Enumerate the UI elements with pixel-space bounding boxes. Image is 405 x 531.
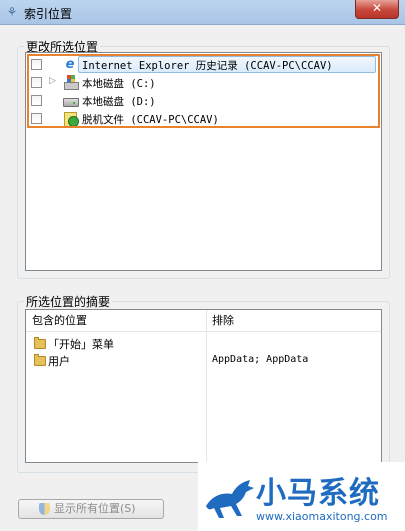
indexing-options-icon: ⚘ [6, 5, 18, 19]
annotation-highlight [27, 54, 380, 128]
folder-icon [34, 337, 46, 349]
summary-heading: 所选位置的摘要 [24, 293, 113, 310]
table-row[interactable]: 用户 AppData; AppData [34, 352, 405, 368]
column-header-included[interactable]: 包含的位置 [26, 310, 206, 332]
column-header-exclude[interactable]: 排除 [206, 310, 381, 332]
watermark-url: www.xiaomaxitong.com [256, 510, 388, 523]
column-divider [206, 310, 207, 462]
uac-shield-icon [39, 503, 50, 515]
table-row[interactable]: 「开始」菜单 [34, 335, 405, 351]
included-location: 「开始」菜单 [48, 338, 114, 351]
show-all-locations-button[interactable]: 显示所有位置(S) [18, 499, 164, 519]
folder-icon [34, 354, 46, 366]
included-location: 用户 [48, 355, 70, 368]
window-title: 索引位置 [24, 7, 73, 21]
title-bar: ⚘ 索引位置 ✕ [0, 0, 405, 25]
close-button[interactable]: ✕ [355, 0, 399, 19]
show-all-locations-label: 显示所有位置(S) [54, 502, 136, 515]
summary-table[interactable]: 包含的位置 排除 「开始」菜单 用户 AppData; AppData [25, 309, 382, 463]
excluded-folders: AppData; AppData [212, 354, 309, 365]
horse-logo-icon [206, 480, 254, 518]
watermark-brand: 小马系统 [256, 476, 380, 511]
watermark: 小马系统 www.xiaomaxitong.com [198, 462, 405, 531]
